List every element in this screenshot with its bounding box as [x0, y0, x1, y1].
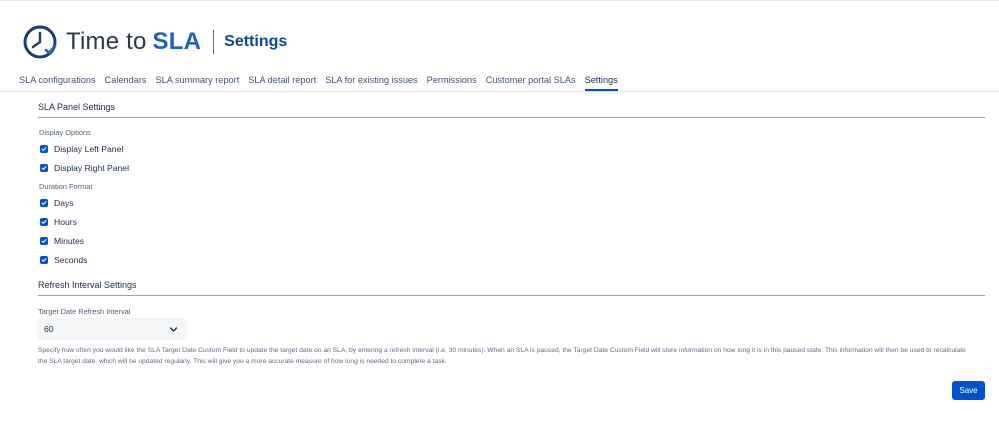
checkmark-icon: [41, 201, 47, 205]
tab-permissions[interactable]: Permissions: [427, 75, 477, 91]
app-name: Time to SLA: [66, 28, 201, 56]
section-rule: [38, 117, 985, 118]
checkbox[interactable]: [40, 237, 48, 245]
checkmark-icon: [41, 239, 47, 243]
checkbox-hours[interactable]: Hours: [40, 217, 77, 227]
checkbox[interactable]: [40, 145, 48, 153]
checkbox-display-left-panel[interactable]: Display Left Panel: [40, 144, 123, 154]
checkbox-seconds[interactable]: Seconds: [40, 255, 87, 265]
clock-check-icon: [23, 25, 57, 59]
display-options-label: Display Options: [39, 128, 91, 137]
chevron-down-icon: [169, 326, 178, 332]
checkmark-icon: [41, 258, 47, 262]
app-name-accent: SLA: [152, 28, 202, 55]
refresh-interval-value: 60: [44, 324, 54, 334]
checkbox-label: Display Right Panel: [54, 163, 129, 173]
section-title-panel-settings: SLA Panel Settings: [38, 102, 116, 112]
checkbox-display-right-panel[interactable]: Display Right Panel: [40, 163, 129, 173]
page-title: Settings: [224, 33, 288, 50]
duration-format-label: Duration Format: [39, 182, 93, 191]
checkbox[interactable]: [40, 164, 48, 172]
app-header: Time to SLA Settings: [22, 24, 287, 60]
tab-calendars[interactable]: Calendars: [105, 75, 147, 91]
save-button[interactable]: Save: [952, 381, 985, 400]
app-name-prefix: Time to: [66, 28, 147, 55]
refresh-interval-select[interactable]: 60: [38, 318, 186, 340]
section-rule: [38, 295, 985, 296]
header-divider: [213, 30, 215, 54]
checkbox-label: Display Left Panel: [54, 144, 124, 154]
tab-customer-portal-slas[interactable]: Customer portal SLAs: [486, 75, 576, 91]
checkbox[interactable]: [40, 218, 48, 226]
tab-sla-summary-report[interactable]: SLA summary report: [156, 75, 240, 91]
checkbox-label: Seconds: [54, 255, 88, 265]
checkmark-icon: [41, 147, 47, 151]
checkbox-minutes[interactable]: Minutes: [40, 236, 84, 246]
tabs-divider: [0, 91, 999, 92]
checkmark-icon: [41, 166, 47, 170]
tab-sla-detail-report[interactable]: SLA detail report: [248, 75, 316, 91]
checkbox[interactable]: [40, 256, 48, 264]
checkbox[interactable]: [40, 199, 48, 207]
tab-sla-configurations[interactable]: SLA configurations: [19, 75, 96, 91]
tab-bar: SLA configurations Calendars SLA summary…: [19, 75, 627, 91]
tab-sla-for-existing-issues[interactable]: SLA for existing issues: [325, 75, 417, 91]
checkbox-label: Hours: [54, 217, 77, 227]
top-border: [0, 0, 999, 1]
tab-settings[interactable]: Settings: [584, 75, 618, 91]
section-title-refresh-interval: Refresh Interval Settings: [38, 280, 137, 290]
checkbox-label: Days: [54, 198, 74, 208]
checkmark-icon: [41, 220, 47, 224]
checkbox-label: Minutes: [54, 236, 85, 246]
checkbox-days[interactable]: Days: [40, 198, 74, 208]
refresh-interval-help-text: Specify how often you would like the SLA…: [38, 347, 966, 365]
refresh-interval-label: Target Date Refresh Interval: [38, 307, 131, 316]
